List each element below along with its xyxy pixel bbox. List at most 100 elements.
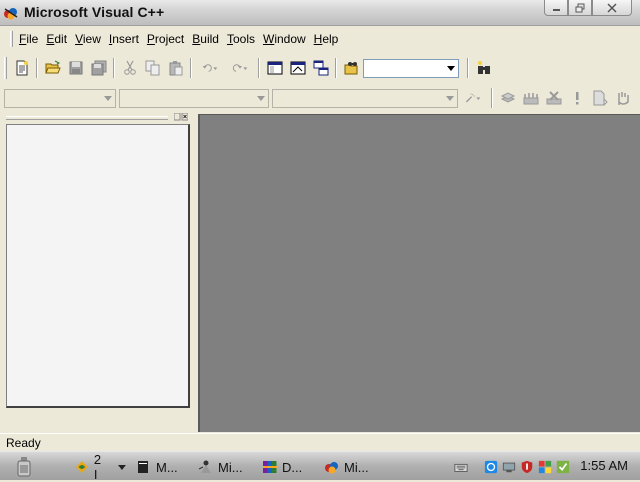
menu-bar: File Edit View Insert Project Build Tool…	[0, 28, 640, 50]
visual-cpp-icon	[325, 462, 338, 474]
task-label: D...	[282, 459, 303, 475]
taskbar-clock[interactable]: 1:55 AM	[580, 458, 628, 473]
network-icon[interactable]	[484, 460, 498, 474]
winrar-icon	[263, 461, 277, 473]
toolbar-separator	[36, 58, 38, 78]
output-icon	[290, 61, 305, 75]
menu-tools[interactable]: Tools	[223, 32, 259, 46]
go-button[interactable]	[611, 87, 634, 109]
members-combo-dropdown[interactable]	[442, 90, 457, 107]
class-combo[interactable]	[4, 88, 116, 108]
window-list-button[interactable]	[309, 57, 332, 79]
close-button[interactable]	[592, 0, 632, 16]
status-bar: Ready	[0, 433, 640, 451]
toolbar-separator	[190, 58, 192, 78]
class-combo-dropdown[interactable]	[100, 90, 115, 107]
toolbar-separator	[113, 58, 115, 78]
menu-help[interactable]: Help	[310, 32, 343, 46]
filter-combo[interactable]	[119, 88, 269, 108]
compile-button[interactable]	[496, 87, 519, 109]
explorer-icon	[75, 461, 88, 473]
toolbar-grip[interactable]	[4, 57, 7, 79]
workspace-button[interactable]	[263, 57, 286, 79]
save-button[interactable]	[64, 57, 87, 79]
shield-icon[interactable]	[520, 460, 534, 474]
standard-toolbar	[4, 54, 495, 82]
window-list-icon	[313, 60, 328, 76]
save-icon	[69, 61, 82, 75]
chevron-down-icon	[446, 65, 455, 71]
open-button[interactable]	[41, 57, 64, 79]
filter-combo-dropdown[interactable]	[253, 90, 268, 107]
new-file-icon	[16, 60, 28, 76]
grip-lines	[6, 116, 168, 120]
binoculars-icon	[477, 61, 490, 74]
undo-button[interactable]	[195, 57, 225, 79]
toolbar-separator	[335, 58, 337, 78]
compile-icon	[500, 92, 515, 103]
task-label: Mi...	[218, 459, 243, 475]
keyboard-icon[interactable]	[454, 460, 468, 474]
hand-icon	[617, 92, 629, 105]
wizardbar-toolbar	[4, 84, 634, 112]
display-icon[interactable]	[502, 460, 516, 474]
title-bar[interactable]: Microsoft Visual C++	[0, 0, 640, 26]
output-button[interactable]	[286, 57, 309, 79]
find-combo[interactable]	[363, 58, 459, 78]
console-icon	[138, 461, 148, 473]
visual-cpp-app-icon[interactable]	[3, 5, 19, 21]
menu-view[interactable]: View	[71, 32, 105, 46]
cut-icon	[123, 60, 136, 75]
menu-bar-grip[interactable]	[10, 31, 13, 47]
build-button[interactable]	[519, 87, 542, 109]
members-combo[interactable]	[272, 88, 458, 108]
status-text: Ready	[6, 436, 41, 450]
chevron-down-icon	[256, 95, 265, 101]
new-text-file-button[interactable]	[10, 57, 33, 79]
taskbar-item-console[interactable]: M...	[136, 456, 188, 478]
workspace-pane	[4, 112, 190, 408]
stop-build-button[interactable]	[542, 87, 565, 109]
find-combo-dropdown[interactable]	[443, 60, 458, 77]
find-button[interactable]	[472, 57, 495, 79]
taskbar-item-paint[interactable]: Mi...	[198, 456, 250, 478]
minimize-button[interactable]	[544, 0, 568, 16]
mdi-client-area[interactable]	[198, 114, 640, 432]
menu-insert[interactable]: Insert	[105, 32, 143, 46]
security-check-icon[interactable]	[556, 460, 570, 474]
menu-edit[interactable]: Edit	[42, 32, 71, 46]
menu-project[interactable]: Project	[143, 32, 188, 46]
save-all-button[interactable]	[87, 57, 110, 79]
taskbar-group-explorer[interactable]: 2 I	[74, 452, 127, 482]
copy-button[interactable]	[141, 57, 164, 79]
workspace-pane-grip[interactable]	[6, 112, 190, 123]
undo-icon	[202, 64, 218, 72]
insert-remove-breakpoint-button[interactable]	[588, 87, 611, 109]
close-icon	[607, 2, 617, 13]
taskbar-item-visual-cpp[interactable]: Mi...	[324, 456, 376, 478]
workspace-close-button[interactable]	[173, 112, 189, 123]
wizard-actions-button[interactable]	[458, 87, 488, 109]
visual-cpp-window: Microsoft Visual C++ File Edit View Inse…	[0, 0, 640, 482]
restore-button[interactable]	[568, 0, 592, 16]
restore-icon	[575, 3, 585, 12]
execute-button[interactable]	[565, 87, 588, 109]
taskbar-item-winrar[interactable]: D...	[262, 456, 314, 478]
menu-file[interactable]: File	[15, 32, 42, 46]
windows-update-icon[interactable]	[538, 460, 552, 474]
find-in-files-icon	[344, 62, 357, 75]
paste-button[interactable]	[164, 57, 187, 79]
workspace-tree-view[interactable]	[6, 124, 190, 408]
taskbar: 2 I M... Mi... D... Mi... 1:55 AM	[0, 451, 640, 482]
start-button[interactable]	[10, 454, 38, 480]
cut-button[interactable]	[118, 57, 141, 79]
build-icon	[523, 93, 538, 105]
task-label: M...	[156, 459, 178, 475]
window-title: Microsoft Visual C++	[24, 4, 165, 20]
toolbar-separator	[258, 58, 260, 78]
find-in-files-button[interactable]	[340, 57, 363, 79]
redo-button[interactable]	[225, 57, 255, 79]
toolbar-separator	[491, 88, 493, 108]
menu-window[interactable]: Window	[259, 32, 310, 46]
menu-build[interactable]: Build	[188, 32, 223, 46]
